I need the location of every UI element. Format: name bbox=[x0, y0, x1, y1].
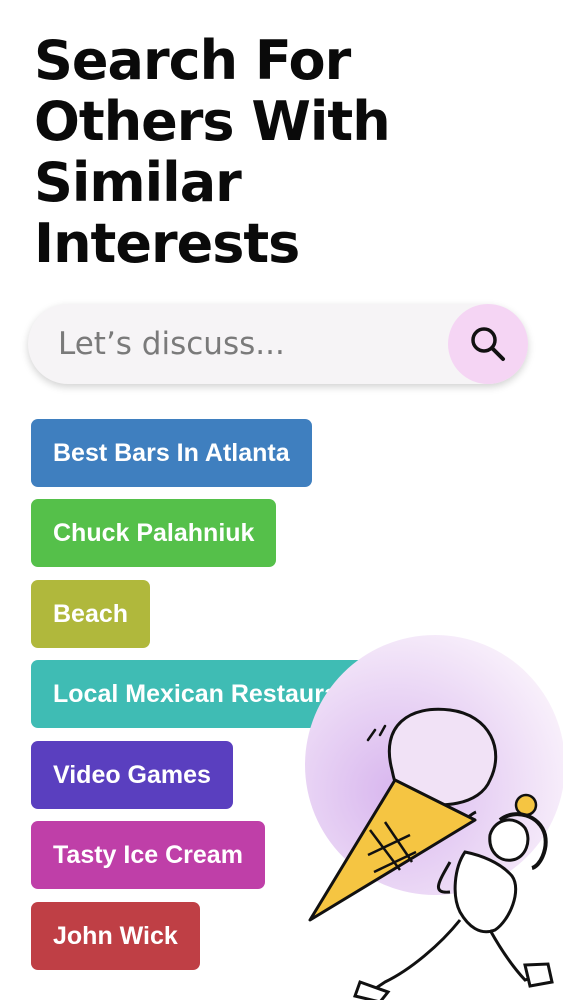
person-shoe-right bbox=[523, 962, 554, 988]
topic-chip-tasty-ice-cream[interactable]: Tasty Ice Cream bbox=[31, 821, 265, 889]
search-input[interactable] bbox=[58, 304, 438, 384]
topic-chip-label: Chuck Palahniuk bbox=[53, 519, 255, 547]
topic-chip-video-games[interactable]: Video Games bbox=[31, 741, 233, 809]
topic-chip-label: Video Games bbox=[53, 761, 211, 789]
headline-line-1: Search For bbox=[34, 29, 351, 92]
search-icon bbox=[471, 327, 505, 361]
search-button[interactable] bbox=[448, 304, 528, 384]
page-title: Search For Others With Similar Interests bbox=[34, 30, 534, 274]
topic-chip-label: Beach bbox=[53, 600, 129, 628]
topic-chip-john-wick[interactable]: John Wick bbox=[31, 902, 200, 970]
headline-line-3: Similar bbox=[34, 151, 242, 214]
topic-chip-beach[interactable]: Beach bbox=[31, 580, 151, 648]
topic-chip-best-bars[interactable]: Best Bars In Atlanta bbox=[31, 419, 312, 487]
topic-chip-label: John Wick bbox=[53, 922, 178, 950]
person-head bbox=[488, 818, 530, 862]
ice-cream-illustration bbox=[305, 635, 563, 1000]
search-bar bbox=[28, 304, 528, 384]
topic-chip-chuck-palahniuk[interactable]: Chuck Palahniuk bbox=[31, 499, 277, 567]
topic-chip-label: Best Bars In Atlanta bbox=[53, 439, 290, 467]
headline-line-4: Interests bbox=[34, 212, 300, 275]
topic-chip-label: Tasty Ice Cream bbox=[53, 841, 243, 869]
headline-line-2: Others With bbox=[34, 90, 391, 153]
person-leg-left bbox=[369, 919, 462, 994]
cherry bbox=[514, 793, 538, 817]
